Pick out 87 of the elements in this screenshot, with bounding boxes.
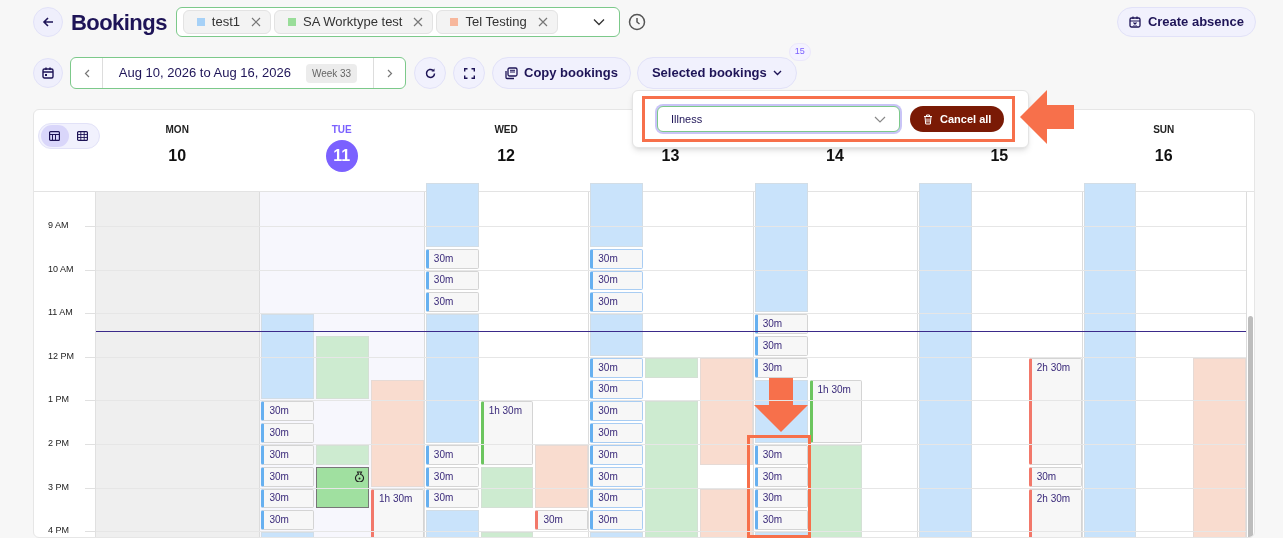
time-label: 2 PM bbox=[48, 439, 69, 448]
time-label: 1 PM bbox=[48, 395, 69, 405]
refresh-button[interactable] bbox=[414, 57, 446, 89]
week-grid-icon bbox=[49, 131, 60, 141]
booking-slot[interactable]: 30m bbox=[590, 423, 644, 443]
scrollbar[interactable] bbox=[1248, 316, 1253, 537]
create-absence-button[interactable]: Create absence bbox=[1116, 7, 1256, 37]
weekday-label: WED bbox=[494, 123, 518, 134]
booking-slot[interactable]: 30m bbox=[261, 445, 315, 465]
calendar-button[interactable] bbox=[33, 58, 63, 88]
cancel-all-button[interactable]: Cancel all bbox=[910, 106, 1005, 132]
booking-slot[interactable]: 30m bbox=[590, 292, 644, 313]
booking-slot[interactable]: 1h 30m bbox=[371, 488, 424, 537]
view-toggle-option[interactable] bbox=[40, 125, 69, 147]
booking-slot[interactable]: 2h 30m bbox=[1028, 488, 1082, 537]
selected-bookings-button[interactable]: Selected bookings bbox=[636, 57, 797, 89]
booking-slot[interactable]: 30m bbox=[590, 270, 644, 291]
date-range-text: Aug 10, 2026 to Aug 16, 2026 bbox=[118, 64, 291, 83]
copy-icon bbox=[505, 66, 518, 80]
time-label: 9 AM bbox=[48, 221, 69, 230]
selected-count-badge: 15 bbox=[788, 43, 811, 61]
booking-slot[interactable]: 30m bbox=[754, 445, 808, 465]
booking-slot[interactable]: 30m bbox=[590, 401, 644, 422]
booking-slot[interactable]: 30m bbox=[590, 445, 644, 465]
booking-slot[interactable]: 30m bbox=[590, 248, 644, 269]
calendar-x-icon bbox=[1128, 16, 1141, 28]
booking-slot[interactable]: 30m bbox=[754, 510, 808, 531]
booking-slot[interactable]: 30m bbox=[754, 336, 808, 356]
week-badge: Week 33 bbox=[305, 63, 358, 83]
refresh-icon bbox=[424, 67, 436, 79]
day-number[interactable]: 11 bbox=[325, 140, 358, 172]
day-number[interactable]: 16 bbox=[1147, 140, 1180, 172]
back-arrow-icon bbox=[42, 16, 54, 28]
service-chip[interactable]: test1 bbox=[182, 10, 271, 34]
weekday-label: SUN bbox=[1153, 123, 1175, 134]
chevron-down-icon bbox=[874, 115, 886, 123]
close-icon bbox=[413, 17, 424, 27]
chevron-down-icon bbox=[592, 18, 605, 26]
bag-icon bbox=[354, 470, 366, 482]
month-grid-icon bbox=[77, 131, 88, 141]
booking-slot[interactable]: 30m bbox=[261, 510, 315, 531]
calendar-icon bbox=[42, 67, 54, 79]
booking-slot[interactable]: 30m bbox=[590, 379, 644, 400]
close-icon bbox=[537, 17, 548, 27]
day-number[interactable]: 10 bbox=[161, 140, 194, 172]
booking-slot[interactable]: 30m bbox=[590, 510, 644, 531]
clock-icon[interactable] bbox=[627, 13, 646, 31]
view-toggle[interactable] bbox=[37, 123, 100, 149]
time-label: 11 AM bbox=[48, 308, 73, 318]
page-title: Bookings bbox=[71, 8, 167, 37]
booking-slot[interactable]: 1h 30m bbox=[809, 379, 863, 443]
chevron-down-icon bbox=[772, 70, 782, 76]
booking-slot[interactable]: 30m bbox=[261, 466, 315, 487]
booking-slot[interactable]: 30m bbox=[535, 510, 589, 531]
copy-bookings-button[interactable]: Copy bookings bbox=[492, 57, 631, 89]
weekday-label: TUE bbox=[331, 123, 352, 134]
time-label: 10 AM bbox=[48, 264, 74, 274]
time-label: 4 PM bbox=[48, 526, 69, 536]
service-filter[interactable]: test1 SA Worktype test Tel Testing bbox=[175, 7, 620, 37]
booking-slot[interactable]: 30m bbox=[261, 423, 315, 443]
booking-slot[interactable]: 30m bbox=[590, 466, 644, 487]
fullscreen-button[interactable] bbox=[453, 57, 485, 89]
close-icon bbox=[251, 17, 261, 27]
fullscreen-icon bbox=[463, 67, 475, 79]
booking-slot[interactable]: 30m bbox=[590, 357, 644, 378]
trash-icon bbox=[923, 113, 933, 125]
booking-slot[interactable]: 30m bbox=[590, 488, 644, 509]
service-chip[interactable]: SA Worktype test bbox=[274, 10, 434, 34]
booking-slot[interactable]: 1h 30m bbox=[480, 401, 534, 465]
service-chip[interactable]: Tel Testing bbox=[436, 10, 558, 34]
chevron-left-icon bbox=[83, 68, 90, 78]
day-number[interactable]: 12 bbox=[490, 140, 523, 172]
booking-slot[interactable]: 30m bbox=[261, 401, 315, 422]
time-label: 3 PM bbox=[48, 482, 69, 492]
time-label: 12 PM bbox=[48, 351, 74, 361]
booking-slot[interactable]: 30m bbox=[425, 292, 479, 313]
booking-slot[interactable]: 30m bbox=[425, 445, 479, 465]
booking-slot[interactable]: 2h 30m bbox=[1028, 357, 1082, 465]
back-button[interactable] bbox=[33, 7, 63, 37]
callout-arrow bbox=[753, 378, 808, 432]
held-slot[interactable] bbox=[316, 466, 370, 509]
reason-select[interactable]: Illness bbox=[657, 106, 900, 132]
booking-slot[interactable]: 30m bbox=[261, 488, 315, 509]
chevron-right-icon bbox=[386, 68, 393, 78]
callout-arrow bbox=[1020, 90, 1074, 144]
booking-slot[interactable]: 30m bbox=[754, 314, 808, 334]
weekday-label: MON bbox=[165, 123, 189, 134]
